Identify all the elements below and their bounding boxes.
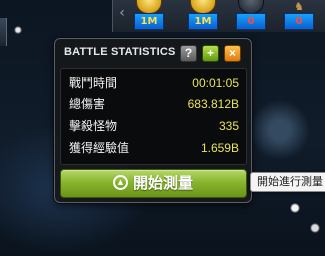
stat-row-experience-gained: 獲得經驗值 1.659B: [69, 139, 239, 157]
stat-value: 1.659B: [200, 141, 239, 155]
stat-value: 00:01:05: [192, 76, 239, 90]
warrior-icon: ♞: [294, 0, 304, 13]
item-count: 1M: [134, 13, 164, 30]
item-slot-gold-coin-2[interactable]: 1M: [187, 0, 218, 32]
stat-label: 戰鬥時間: [69, 76, 118, 90]
stat-label: 獲得經驗值: [69, 141, 130, 155]
item-slot-gold-coin-1[interactable]: 1M: [133, 0, 164, 32]
stat-value: 683.812B: [187, 97, 239, 111]
item-bar: ‹ 1M 1M 0 ♞ 0: [112, 0, 325, 32]
item-count: 0: [284, 13, 314, 30]
stat-row-monsters-killed: 擊殺怪物 335: [69, 117, 239, 135]
stat-row-battle-time: 戰鬥時間 00:01:05: [69, 74, 239, 92]
dark-coin-icon: [238, 0, 264, 14]
close-button[interactable]: ×: [224, 45, 241, 62]
tooltip-text: 開始進行測量: [257, 175, 323, 188]
tooltip: 開始進行測量: [250, 172, 325, 192]
battle-statistics-panel: BATTLE STATISTICS ? + × 戰鬥時間 00:01:05 總傷…: [54, 38, 252, 203]
power-icon: ▲: [113, 175, 128, 190]
scroll-left-arrow-icon[interactable]: ‹: [115, 0, 129, 30]
stat-value: 335: [218, 119, 239, 133]
left-edge-ornament: [0, 18, 7, 46]
gold-coin-icon: [190, 0, 216, 14]
start-measurement-button[interactable]: ▲ 開始測量: [60, 169, 247, 198]
panel-title: BATTLE STATISTICS: [64, 46, 176, 58]
stat-label: 擊殺怪物: [69, 119, 118, 133]
add-button[interactable]: +: [202, 45, 219, 62]
item-count: 0: [236, 13, 266, 30]
start-measurement-label: 開始測量: [133, 174, 194, 192]
item-slot-dark-coin[interactable]: 0: [235, 0, 266, 32]
help-button[interactable]: ?: [180, 45, 197, 62]
stat-label: 總傷害: [69, 97, 106, 111]
item-slot-warrior[interactable]: ♞ 0: [283, 0, 314, 32]
stats-table: 戰鬥時間 00:01:05 總傷害 683.812B 擊殺怪物 335 獲得經驗…: [60, 68, 247, 165]
gold-coin-icon: [136, 0, 162, 14]
item-count: 1M: [188, 13, 218, 30]
stat-row-total-damage: 總傷害 683.812B: [69, 95, 239, 113]
